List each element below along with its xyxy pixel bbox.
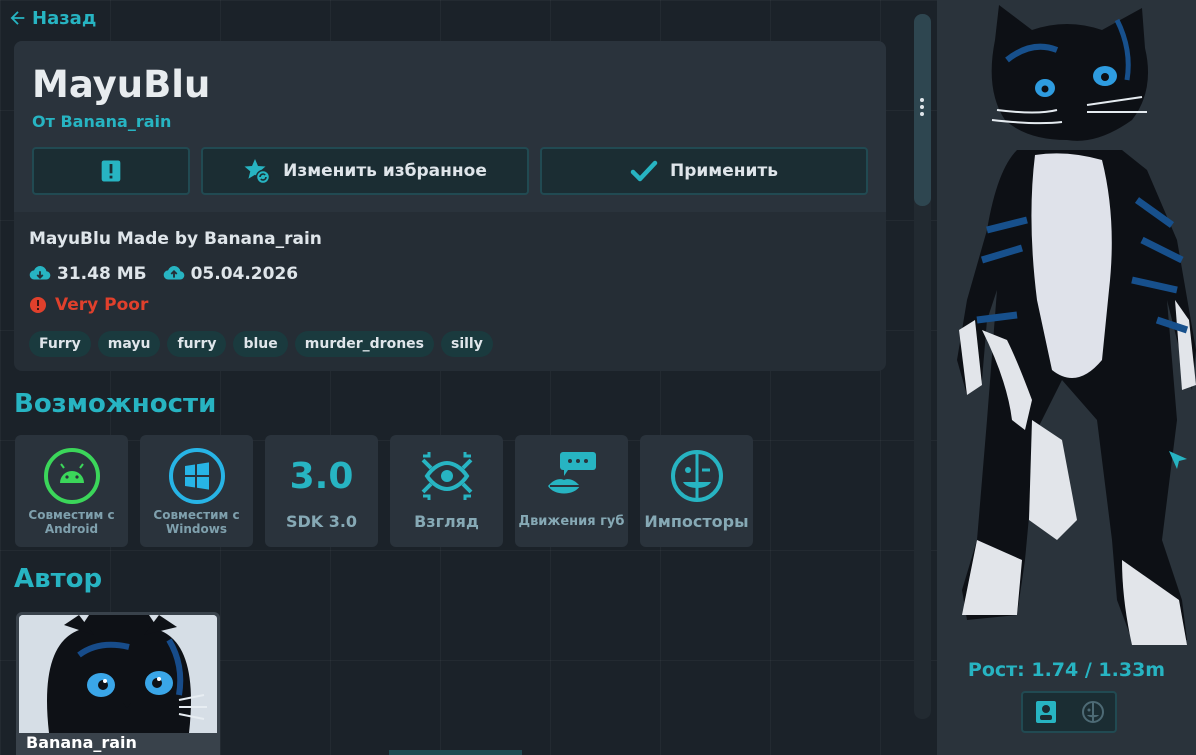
avatar-3d-preview (957, 5, 1196, 645)
impostor-icon (670, 450, 723, 502)
feature-eye-tracking: Взгляд (390, 435, 503, 547)
sdk-icon: 3.0 (289, 455, 354, 497)
feature-label: Взгляд (414, 512, 479, 531)
tag[interactable]: silly (441, 331, 493, 357)
feature-label: SDK 3.0 (285, 512, 358, 531)
avatar-height: Рост: 1.74 / 1.33m (967, 659, 1166, 681)
windows-icon (168, 448, 225, 504)
performance-rating: Very Poor (29, 295, 148, 315)
feature-android: Совместим с Android (15, 435, 128, 547)
cloud-upload-icon (163, 266, 184, 280)
tag[interactable]: Furry (29, 331, 91, 357)
arrow-left-icon (10, 11, 25, 25)
tag[interactable]: murder_drones (294, 331, 434, 357)
checkmark-icon (630, 160, 658, 182)
feature-impostor: Импосторы (640, 435, 753, 547)
tag-list: Furry mayu furry blue murder_drones sill… (29, 331, 493, 357)
preview-mode-toggle[interactable] (1021, 691, 1117, 733)
cloud-download-icon (29, 266, 51, 280)
tag[interactable]: mayu (97, 331, 161, 357)
feature-label: Совместим с Android (28, 508, 115, 536)
eye-tracking-icon (421, 452, 472, 500)
android-icon (43, 448, 100, 504)
star-change-icon (244, 159, 271, 185)
feature-label: Движения губ (518, 514, 625, 529)
bottom-indicator (389, 750, 522, 755)
feature-sdk: 3.0 SDK 3.0 (265, 435, 378, 547)
alert-circle-icon (30, 297, 46, 313)
pointer-cursor-icon (1169, 451, 1187, 469)
author-avatar-thumbnail (19, 615, 217, 733)
avatar-badge-icon[interactable] (1033, 699, 1059, 725)
feature-label: Импосторы (644, 512, 749, 531)
avatar-info-card: MayuBlu От Banana_rain Изменить избранно… (14, 41, 886, 371)
avatar-preview-panel[interactable] (937, 0, 1196, 755)
favorite-label: Изменить избранное (283, 161, 487, 181)
scrollbar-grip-icon (920, 98, 925, 119)
feature-label: Совместим с Windows (153, 508, 240, 536)
author-name: Banana_rain (26, 733, 137, 752)
avatar-details: MayuBlu Made by Banana_rain 31.48 МБ 05.… (14, 212, 886, 371)
tag[interactable]: blue (233, 331, 288, 357)
apply-button[interactable]: Применить (540, 147, 868, 195)
author-heading: Автор (14, 564, 103, 594)
features-heading: Возможности (14, 389, 217, 419)
avatar-header: MayuBlu От Banana_rain Изменить избранно… (14, 41, 886, 212)
cat-avatar-picture (19, 615, 217, 733)
report-button[interactable] (32, 147, 190, 195)
upload-date: 05.04.2026 (190, 264, 299, 284)
feature-windows: Совместим с Windows (140, 435, 253, 547)
performance-label: Very Poor (55, 295, 149, 315)
avatar-title: MayuBlu (32, 63, 211, 106)
author-card[interactable]: Banana_rain (16, 612, 220, 755)
impostor-toggle-icon[interactable] (1081, 700, 1105, 724)
back-label: Назад (32, 7, 97, 29)
apply-label: Применить (670, 161, 778, 181)
exclamation-icon (101, 160, 121, 182)
avatar-meta: 31.48 МБ 05.04.2026 (29, 263, 298, 285)
lip-sync-icon (547, 452, 596, 494)
file-size: 31.48 МБ (57, 264, 147, 284)
avatar-description: MayuBlu Made by Banana_rain (29, 229, 322, 249)
tag[interactable]: furry (167, 331, 227, 357)
back-button[interactable]: Назад (6, 6, 96, 30)
favorite-button[interactable]: Изменить избранное (201, 147, 529, 195)
avatar-author-link[interactable]: От Banana_rain (32, 112, 171, 131)
feature-lip-sync: Движения губ (515, 435, 628, 547)
